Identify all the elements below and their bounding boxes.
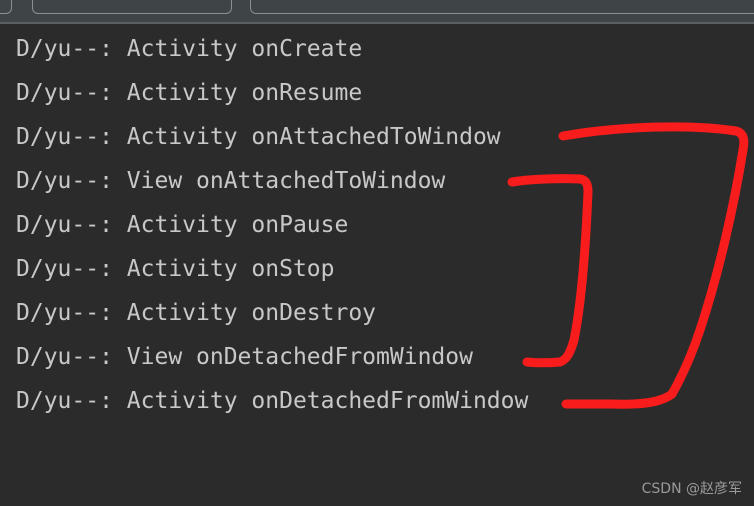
log-line: D/yu--: Activity onStop <box>16 256 335 282</box>
log-line: D/yu--: Activity onDestroy <box>16 300 377 326</box>
toolbar-search-field[interactable] <box>250 0 754 14</box>
log-line: D/yu--: Activity onAttachedToWindow <box>16 124 501 150</box>
toolbar-field-1[interactable] <box>0 0 12 14</box>
log-line: D/yu--: View onAttachedToWindow <box>16 168 446 194</box>
log-line: D/yu--: Activity onResume <box>16 80 363 106</box>
log-line: D/yu--: Activity onDetachedFromWindow <box>16 388 529 414</box>
toolbar-field-2[interactable] <box>32 0 232 14</box>
logcat-window: D/yu--: Activity onCreate D/yu--: Activi… <box>0 0 754 506</box>
toolbar <box>0 0 754 22</box>
watermark: CSDN @赵彦军 <box>641 481 742 497</box>
log-line: D/yu--: Activity onCreate <box>16 36 363 62</box>
log-line: D/yu--: Activity onPause <box>16 212 349 238</box>
log-output-panel[interactable]: D/yu--: Activity onCreate D/yu--: Activi… <box>0 24 754 506</box>
log-line: D/yu--: View onDetachedFromWindow <box>16 344 473 370</box>
